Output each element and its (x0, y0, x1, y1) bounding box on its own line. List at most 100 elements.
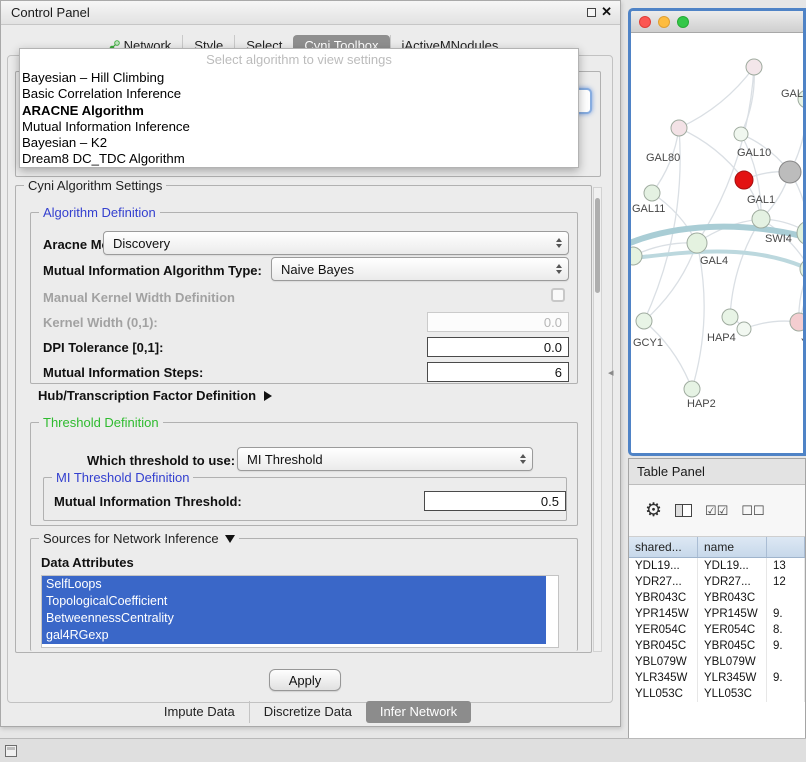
which-threshold-select[interactable]: MI Threshold (237, 447, 533, 471)
bottom-tab-discretize-data[interactable]: Discretize Data (249, 701, 366, 723)
network-node[interactable] (684, 381, 700, 397)
mi-threshold-field[interactable] (424, 491, 566, 511)
network-node-label: Y (801, 337, 803, 349)
table-row[interactable]: YBR045CYBR045C9. (629, 638, 805, 654)
panel-title: Control Panel (11, 5, 90, 20)
which-threshold-value: MI Threshold (247, 452, 323, 467)
splitter-collapse-icon[interactable]: ◂ (608, 366, 614, 379)
dpi-tolerance-field[interactable] (427, 337, 569, 357)
gear-icon[interactable]: ⚙ (645, 501, 662, 520)
hub-section-label: Hub/Transcription Factor Definition (38, 388, 256, 403)
network-node[interactable] (797, 221, 803, 245)
network-node[interactable] (687, 233, 707, 253)
table-row[interactable]: YDR27...YDR27...12 (629, 574, 805, 590)
network-node[interactable] (631, 247, 642, 265)
algorithm-option-dream8-dc-tdc-algorithm[interactable]: Dream8 DC_TDC Algorithm (20, 151, 578, 167)
network-node[interactable] (790, 313, 803, 331)
table-row[interactable]: YLL053CYLL053C (629, 686, 805, 702)
column-header-name[interactable]: name (698, 537, 767, 557)
table-row[interactable]: YLR345WYLR345W9. (629, 670, 805, 686)
network-node[interactable] (734, 127, 748, 141)
manual-kernel-width-checkbox[interactable] (551, 288, 565, 302)
table-cell: YBL079W (698, 654, 767, 670)
attribute-item-gal4rgexp[interactable]: gal4RGexp (42, 627, 546, 644)
network-node[interactable] (735, 171, 753, 189)
stepper-arrows-icon (556, 264, 568, 274)
algorithm-option-mutual-information-inference[interactable]: Mutual Information Inference (20, 119, 578, 135)
which-threshold-label: Which threshold to use: (87, 453, 235, 468)
algorithm-option-bayesian-hill-climbing[interactable]: Bayesian – Hill Climbing (20, 70, 578, 86)
kernel-width-field[interactable] (427, 312, 569, 332)
network-node[interactable] (636, 313, 652, 329)
column-header-extra[interactable] (767, 537, 805, 557)
stepper-arrows-icon (556, 238, 568, 248)
network-edge[interactable] (679, 67, 754, 128)
sources-section-toggle[interactable]: Sources for Network Inference (39, 531, 239, 546)
close-traffic-light-icon[interactable] (639, 16, 651, 28)
table-cell: YER054C (629, 622, 698, 638)
table-row[interactable]: YBL079WYBL079W (629, 654, 805, 670)
close-icon[interactable]: ✕ (601, 4, 612, 20)
table-cell: YBL079W (629, 654, 698, 670)
table-cell: YDL19... (629, 558, 698, 574)
attribute-item-betweennesscentrality[interactable]: BetweennessCentrality (42, 610, 546, 627)
hub-section-toggle[interactable]: Hub/Transcription Factor Definition (38, 388, 272, 403)
table-panel-window: Table Panel ⚙ ☑☑ ☐☐ shared...name YDL19.… (628, 458, 806, 740)
network-node[interactable] (752, 210, 770, 228)
network-node-label: HAP2 (687, 398, 716, 410)
mi-steps-label: Mutual Information Steps: (43, 365, 203, 380)
algorithm-option-basic-correlation-inference[interactable]: Basic Correlation Inference (20, 86, 578, 102)
mi-algorithm-type-label: Mutual Information Algorithm Type: (43, 263, 262, 278)
control-panel-titlebar[interactable]: Control Panel ✕ (1, 1, 620, 25)
table-row[interactable]: YBR043CYBR043C (629, 590, 805, 606)
algorithm-option-bayesian-k2[interactable]: Bayesian – K2 (20, 135, 578, 151)
aracne-mode-select[interactable]: Discovery (103, 231, 569, 255)
network-edge[interactable] (741, 67, 754, 134)
network-window-titlebar[interactable] (631, 11, 803, 33)
float-window-icon[interactable] (587, 8, 596, 17)
table-panel-titlebar[interactable]: Table Panel (629, 459, 805, 485)
mi-threshold-group-title: MI Threshold Definition (52, 470, 193, 485)
settings-scrollbar[interactable] (593, 187, 602, 652)
table-cell: YDR27... (629, 574, 698, 590)
table-row[interactable]: YPR145WYPR145W9. (629, 606, 805, 622)
attribute-item-topologicalcoefficient[interactable]: TopologicalCoefficient (42, 593, 546, 610)
bottom-tab-impute-data[interactable]: Impute Data (150, 701, 249, 723)
bottom-tab-infer-network[interactable]: Infer Network (366, 701, 471, 723)
deselect-all-icon[interactable]: ☐☐ (741, 503, 764, 519)
table-row[interactable]: YDL19...YDL19...13 (629, 558, 805, 574)
column-header-shared[interactable]: shared... (629, 537, 698, 557)
network-node[interactable] (722, 309, 738, 325)
expand-arrow-icon (264, 391, 272, 401)
mi-algorithm-type-select[interactable]: Naive Bayes (271, 257, 569, 281)
network-canvas[interactable]: GALGAL80GAL10GAL11GAL1SWI4GAL4GCY1HAP4HA… (631, 33, 803, 453)
algorithm-dropdown-popup: Select algorithm to view settings Bayesi… (19, 48, 579, 168)
columns-icon[interactable] (675, 504, 692, 517)
network-node[interactable] (644, 185, 660, 201)
table-cell (767, 654, 805, 670)
table-cell: 9. (767, 670, 805, 686)
network-node[interactable] (671, 120, 687, 136)
apply-button[interactable]: Apply (269, 669, 341, 691)
scrollbar-thumb[interactable] (595, 198, 600, 293)
collapsed-panel-icon[interactable] (5, 745, 17, 757)
settings-group-title: Cyni Algorithm Settings (24, 178, 166, 193)
network-node[interactable] (800, 259, 803, 279)
zoom-traffic-light-icon[interactable] (677, 16, 689, 28)
kernel-width-label: Kernel Width (0,1): (43, 315, 158, 330)
select-all-icon[interactable]: ☑☑ (705, 503, 728, 519)
table-row[interactable]: YER054CYER054C8. (629, 622, 805, 638)
data-attributes-list[interactable]: SelfLoopsTopologicalCoefficientBetweenne… (41, 575, 559, 648)
mi-steps-field[interactable] (427, 362, 569, 382)
network-view-window: GALGAL80GAL10GAL11GAL1SWI4GAL4GCY1HAP4HA… (628, 8, 806, 456)
network-node[interactable] (737, 322, 751, 336)
algorithm-option-aracne-algorithm[interactable]: ARACNE Algorithm (20, 103, 578, 119)
minimize-traffic-light-icon[interactable] (658, 16, 670, 28)
network-edge[interactable] (730, 219, 761, 317)
network-node[interactable] (746, 59, 762, 75)
attribute-item-selfloops[interactable]: SelfLoops (42, 576, 546, 593)
network-node[interactable] (779, 161, 801, 183)
network-edge[interactable] (644, 321, 692, 389)
network-node-label: GAL11 (632, 203, 665, 215)
table-cell: YBR043C (698, 590, 767, 606)
